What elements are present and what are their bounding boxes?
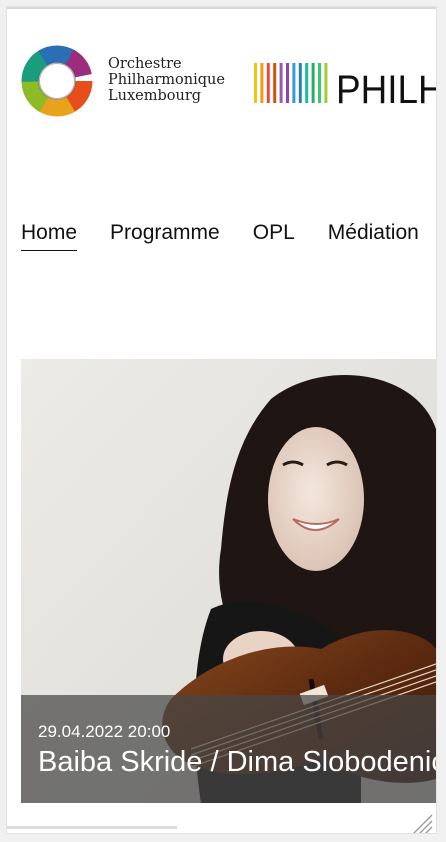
nav-item-home[interactable]: Home <box>21 221 78 251</box>
opl-logo-line3: Luxembourg <box>108 88 202 104</box>
opl-ring-icon[interactable] <box>21 45 93 117</box>
concert-title[interactable]: Baiba Skride / Dima Slobodeniouk <box>38 746 436 779</box>
nav-item-programme[interactable]: Programme <box>110 221 220 250</box>
opl-logo-text[interactable]: Orchestre Philharmonique Luxembourg <box>108 56 225 104</box>
philharmonie-logo[interactable]: PHILHAR <box>252 59 436 112</box>
philharmonie-bar <box>279 63 283 103</box>
philharmonie-bar <box>292 63 296 103</box>
hero-concert-card[interactable]: 29.04.2022 20:00 Baiba Skride / Dima Slo… <box>21 359 436 803</box>
opl-logo-line2: Philharmonique <box>108 72 225 88</box>
philharmonie-bar <box>324 63 328 103</box>
resize-grip-icon[interactable] <box>408 811 434 833</box>
nav-item-opl[interactable]: OPL <box>253 221 295 250</box>
philharmonie-bar <box>273 63 277 103</box>
main-nav: Home Programme OPL Médiation <box>21 221 436 251</box>
page-frame: Orchestre Philharmonique Luxembourg PHIL… <box>7 7 436 833</box>
philharmonie-bars-icon <box>254 63 328 103</box>
concert-date: 29.04.2022 20:00 <box>38 722 171 741</box>
philharmonie-bar <box>260 63 264 103</box>
philharmonie-bar <box>305 63 309 103</box>
philharmonie-bar <box>286 63 289 103</box>
philharmonie-bar <box>254 63 257 103</box>
horizontal-scrollbar[interactable] <box>7 826 177 829</box>
top-divider <box>7 7 436 9</box>
hero-caption: 29.04.2022 20:00 Baiba Skride / Dima Slo… <box>21 695 436 803</box>
philharmonie-bar <box>318 63 321 103</box>
philharmonie-bar <box>311 63 315 103</box>
philharmonie-bar <box>298 63 302 103</box>
opl-logo-line1: Orchestre <box>108 56 182 72</box>
philharmonie-bar <box>266 63 270 103</box>
nav-item-mediation[interactable]: Médiation <box>328 221 419 250</box>
philharmonie-logo-text: PHILHAR <box>336 68 436 107</box>
